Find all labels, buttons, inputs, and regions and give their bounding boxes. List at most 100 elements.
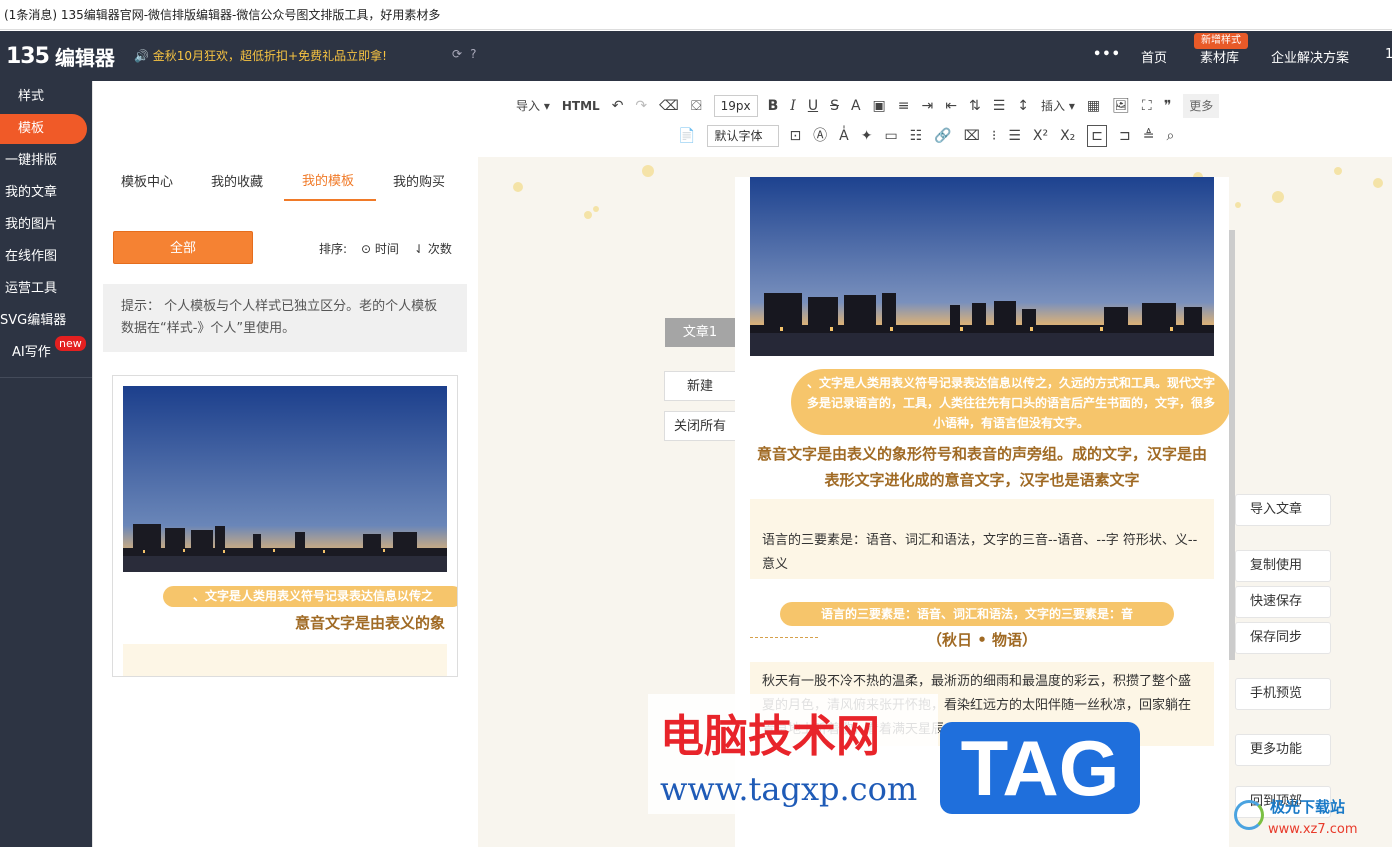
image-library-icon[interactable]: ⛶: [1142, 94, 1152, 118]
border-text-icon[interactable]: Ⓐ: [813, 124, 827, 148]
logo-mark: 135: [6, 43, 50, 69]
strikethrough-icon[interactable]: S: [830, 94, 839, 118]
sidebar-item-styles[interactable]: 样式: [0, 82, 92, 112]
highlight-icon[interactable]: ▣: [873, 94, 886, 118]
editor-pill-2: 语言的三要素是：语音、词汇和语法，文字的三要素是：音: [780, 602, 1174, 626]
import-label: 导入: [516, 99, 541, 113]
tab-article-1[interactable]: 文章1: [665, 318, 735, 347]
font-scale-icon[interactable]: A̍: [839, 124, 849, 148]
image-icon[interactable]: 🖼: [1112, 94, 1130, 118]
editor-toolbar: 导入 ▾ HTML ↶ ↷ ⌫ ⛋ 19px B I U S A ▣ ≡ ⇥ ⇤…: [490, 81, 1392, 157]
indent-icon[interactable]: ⇥: [922, 94, 934, 118]
text-direction-icon[interactable]: ⊐: [1119, 124, 1131, 148]
quick-save-button[interactable]: 快速保存: [1235, 586, 1331, 618]
more-features-button[interactable]: 更多功能: [1235, 734, 1331, 766]
logo-text: 编辑器: [54, 45, 115, 70]
import-article-button[interactable]: 导入文章: [1235, 494, 1331, 526]
bold-icon[interactable]: B: [768, 94, 779, 118]
align-icon[interactable]: ≡: [898, 94, 910, 118]
redo-icon[interactable]: ↷: [635, 94, 647, 118]
more-menu[interactable]: •••: [1093, 47, 1121, 62]
tab-my-favorites[interactable]: 我的收藏: [211, 171, 263, 190]
outdent-icon[interactable]: ⇤: [945, 94, 957, 118]
tab-my-templates[interactable]: 我的模板: [302, 170, 354, 189]
tab-my-purchases[interactable]: 我的购买: [393, 171, 445, 190]
nav-material[interactable]: 素材库: [1200, 47, 1239, 66]
watermark-url: www.tagxp.com: [660, 770, 918, 808]
font-color-icon[interactable]: A: [851, 94, 861, 118]
clear-format-icon[interactable]: ⌧: [964, 124, 980, 148]
save-sync-button[interactable]: 保存同步: [1235, 622, 1331, 654]
help-icon[interactable]: ?: [470, 47, 484, 61]
sort-by-count[interactable]: ⇃ 次数: [414, 240, 452, 257]
sidebar-item-svg-editor[interactable]: SVG编辑器: [0, 306, 92, 336]
superscript-icon[interactable]: X²: [1033, 124, 1048, 148]
nav-home[interactable]: 首页: [1141, 47, 1167, 66]
insert-label: 插入: [1041, 99, 1066, 113]
editor-subheading: （秋日 • 物语）: [926, 631, 1038, 649]
mobile-preview-button[interactable]: 手机预览: [1235, 678, 1331, 710]
line-spacing-icon[interactable]: ⇅: [969, 94, 981, 118]
text-align-icon[interactable]: ≜: [1143, 124, 1155, 148]
document-icon[interactable]: 📄: [678, 124, 695, 148]
find-replace-icon[interactable]: ⌕: [1166, 124, 1174, 148]
refresh-icon[interactable]: ⟳: [452, 47, 470, 61]
sort-time-label: 时间: [374, 242, 399, 256]
new-article-button[interactable]: 新建: [664, 371, 736, 401]
checklist-icon[interactable]: ☷: [910, 124, 923, 148]
sidebar-item-one-click[interactable]: 一键排版: [0, 146, 92, 176]
nav-extra[interactable]: 1: [1385, 47, 1392, 62]
undo-icon[interactable]: ↶: [612, 94, 624, 118]
watermark-tag-logo: TAG: [940, 722, 1140, 814]
copy-use-button[interactable]: 复制使用: [1235, 550, 1331, 582]
download-site-logo-icon: [1234, 800, 1264, 830]
tab-template-center[interactable]: 模板中心: [121, 171, 173, 190]
sidebar-item-my-images[interactable]: 我的图片: [0, 210, 92, 240]
more-tools-button[interactable]: 更多: [1183, 94, 1220, 118]
numbered-list-icon[interactable]: ☰: [1008, 124, 1021, 148]
link-icon[interactable]: 🔗: [934, 124, 951, 148]
sidebar-divider: [0, 377, 92, 378]
sidebar-item-online-draw[interactable]: 在线作图: [0, 242, 92, 272]
sidebar-item-my-articles[interactable]: 我的文章: [0, 178, 92, 208]
template-card[interactable]: 、文字是人类用表义符号记录表达信息以传之 意音文字是由表义的象: [112, 375, 458, 677]
sidebar-item-templates[interactable]: 模板: [0, 114, 87, 144]
editor-pill-text: 、文字是人类用表义符号记录表达信息以传之，久远的方式和工具。现代文字多是记录语言…: [791, 369, 1231, 435]
import-menu[interactable]: 导入 ▾: [516, 94, 550, 118]
magic-wand-icon[interactable]: ✦: [861, 124, 873, 148]
nav-utility-icons: ⟳?: [452, 47, 484, 61]
editor-paragraph-1: 语言的三要素是：语音、词汇和语法，文字的三音--语音、--字 符形状、义--意义: [750, 499, 1214, 579]
subscript-icon[interactable]: X₂: [1060, 124, 1075, 148]
close-all-button[interactable]: 关闭所有: [664, 411, 736, 441]
text-box-icon[interactable]: ⊡: [789, 124, 801, 148]
background-icon[interactable]: ▭: [884, 124, 897, 148]
eraser-icon[interactable]: ⌫: [659, 94, 679, 118]
city-night-image: [123, 386, 447, 572]
font-family-select[interactable]: 默认字体: [707, 125, 780, 147]
font-size-select[interactable]: 19px: [713, 95, 758, 117]
quote-icon[interactable]: ❞: [1164, 94, 1172, 118]
format-painter-icon[interactable]: ⛋: [691, 94, 702, 118]
clock-icon: ⊙: [361, 242, 372, 256]
speaker-icon: 🔊: [134, 49, 149, 63]
html-button[interactable]: HTML: [562, 94, 600, 118]
logo[interactable]: 135 编辑器: [6, 41, 115, 71]
paragraph-spacing-icon[interactable]: ☰: [993, 94, 1006, 118]
sort-by-time[interactable]: ⊙ 时间: [361, 240, 399, 257]
sidebar-item-ai-writing[interactable]: AI写作 new: [0, 336, 92, 368]
italic-icon[interactable]: I: [790, 94, 796, 118]
top-navigation: 135 编辑器 🔊 金秋10月狂欢，超低折扣+免费礼品立即拿! ⟳? ••• 首…: [0, 31, 1392, 81]
bullet-list-icon[interactable]: ⁝: [992, 124, 996, 148]
promo-banner[interactable]: 🔊 金秋10月狂欢，超低折扣+免费礼品立即拿!: [134, 47, 387, 64]
tip-box: 提示： 个人模板与个人样式已独立区分。老的个人模板数据在“样式-》个人”里使用。: [103, 284, 467, 352]
indent-first-line-icon[interactable]: ⊏: [1087, 125, 1108, 147]
all-filter-button[interactable]: 全部: [113, 231, 253, 264]
insert-menu[interactable]: 插入 ▾: [1041, 94, 1075, 118]
sidebar-item-ops-tools[interactable]: 运营工具: [0, 274, 92, 304]
underline-icon[interactable]: U: [808, 94, 818, 118]
letter-spacing-icon[interactable]: ↕: [1017, 94, 1029, 118]
nav-enterprise[interactable]: 企业解决方案: [1271, 47, 1349, 66]
table-icon[interactable]: ▦: [1087, 94, 1100, 118]
card-para-box: [123, 644, 447, 676]
window-title: (1条消息) 135编辑器官网-微信排版编辑器-微信公众号图文排版工具，好用素材…: [0, 0, 1392, 30]
